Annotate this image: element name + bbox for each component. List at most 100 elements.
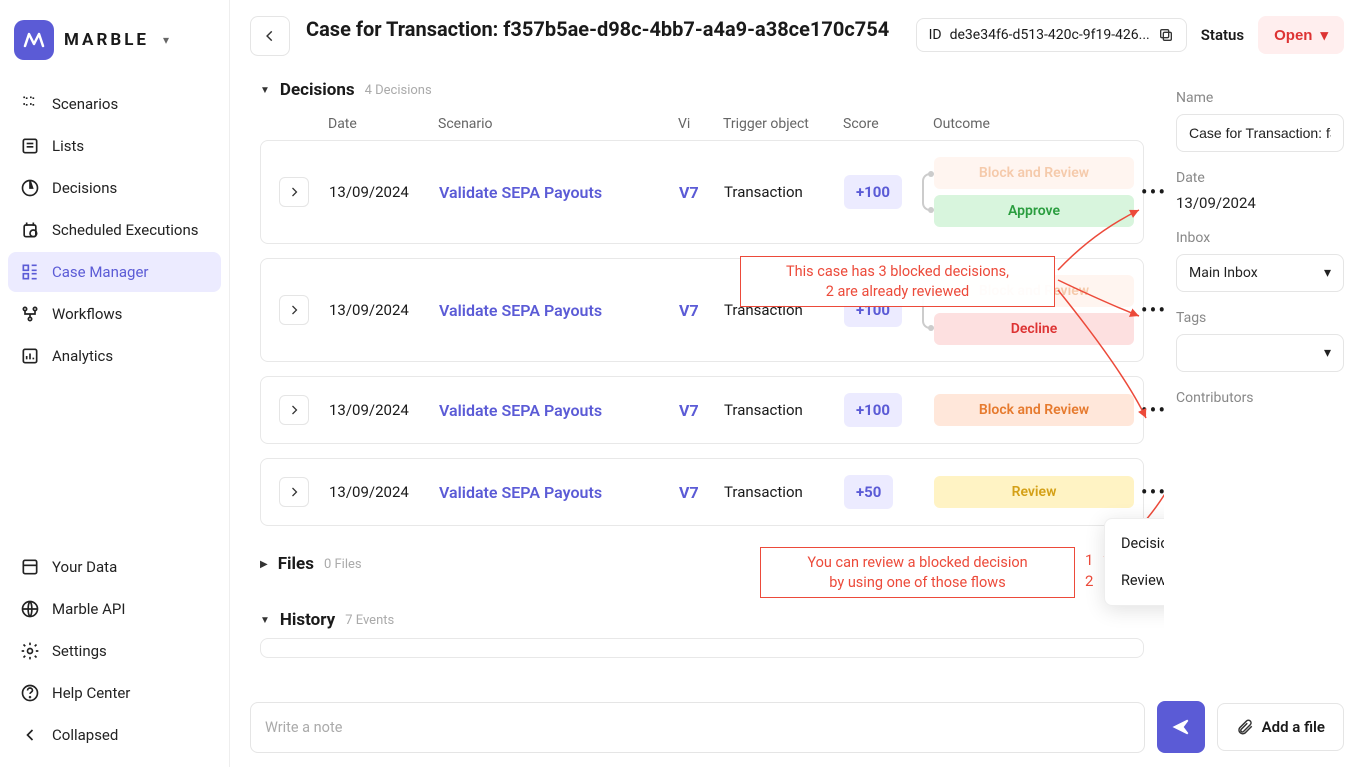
nav-item-case-manager[interactable]: Case Manager (8, 252, 221, 292)
col-outcome: Outcome (933, 116, 1133, 132)
table-header: Date Scenario Vi Trigger object Score Ou… (260, 108, 1144, 140)
id-prefix: ID (929, 27, 942, 43)
row-expand-button[interactable] (279, 477, 309, 507)
inbox-value: Main Inbox (1189, 265, 1258, 281)
page-title: Case for Transaction: f357b5ae-d98c-4bb7… (306, 16, 900, 42)
nav-item-settings[interactable]: Settings (8, 631, 221, 671)
cell-version: V7 (679, 301, 724, 320)
section-head-decisions[interactable]: ▼ Decisions 4 Decisions (260, 72, 1144, 108)
caret-down-icon: ▾ (1320, 26, 1328, 44)
outcome-pill-block-review: Block and Review (934, 394, 1134, 426)
details-name-input[interactable] (1176, 114, 1344, 152)
row-expand-button[interactable] (279, 177, 309, 207)
nav-item-lists[interactable]: Lists (8, 126, 221, 166)
decision-row: 13/09/2024 Validate SEPA Payouts V7 Tran… (260, 376, 1144, 444)
col-vi: Vi (678, 116, 723, 132)
section-head-history[interactable]: ▼ History 7 Events (260, 602, 1144, 638)
details-inbox-label: Inbox (1176, 230, 1344, 246)
col-trigger: Trigger object (723, 116, 843, 132)
nav-item-api[interactable]: Marble API (8, 589, 221, 629)
cell-scenario-link[interactable]: Validate SEPA Payouts (439, 301, 679, 320)
status-open-button[interactable]: Open▾ (1258, 16, 1344, 54)
row-expand-button[interactable] (279, 295, 309, 325)
section-title: History (280, 610, 335, 630)
cell-trigger: Transaction (724, 183, 844, 201)
nav-item-scheduled[interactable]: Scheduled Executions (8, 210, 221, 250)
nav-label: Analytics (52, 347, 113, 365)
annotation-bottom: You can review a blocked decision by usi… (760, 547, 1075, 598)
cell-scenario-link[interactable]: Validate SEPA Payouts (439, 483, 679, 502)
caret-right-icon: ▶ (260, 559, 268, 570)
nav-label: Decisions (52, 179, 117, 197)
details-tags-select[interactable]: ▾ (1176, 334, 1344, 372)
details-name-label: Name (1176, 90, 1344, 106)
annotation-top: This case has 3 blocked decisions, 2 are… (740, 256, 1055, 307)
brand-caret-icon[interactable]: ▾ (163, 33, 169, 47)
details-date-label: Date (1176, 170, 1344, 186)
row-more-button[interactable]: ••• (1134, 480, 1164, 504)
footer-bar: Write a note Add a file (230, 686, 1364, 767)
annotation-num-2: 2 (1085, 572, 1093, 590)
row-expand-button[interactable] (279, 395, 309, 425)
nav-label: Lists (52, 137, 84, 155)
decision-row: 13/09/2024 Validate SEPA Payouts V7 Tran… (260, 140, 1144, 244)
col-date: Date (328, 116, 438, 132)
cell-version: V7 (679, 183, 724, 202)
brand[interactable]: MARBLE ▾ (8, 12, 221, 84)
outcome-pill-approve: Approve (934, 195, 1134, 227)
nav-item-decisions[interactable]: Decisions (8, 168, 221, 208)
cell-scenario-link[interactable]: Validate SEPA Payouts (439, 401, 679, 420)
score-pill: +100 (844, 175, 902, 209)
send-button[interactable] (1157, 701, 1205, 753)
row-more-button[interactable]: ••• (1134, 298, 1164, 322)
content: ▼ Decisions 4 Decisions Date Scenario Vi… (230, 72, 1164, 767)
paperclip-icon (1236, 718, 1254, 736)
context-item-review[interactable]: Review decision (1105, 562, 1164, 599)
score-pill: +50 (844, 475, 893, 509)
context-item-detail[interactable]: Decision detail (1105, 525, 1164, 562)
nav-bottom: Your Data Marble API Settings Help Cente… (8, 547, 221, 755)
cell-version: V7 (679, 401, 724, 420)
nav-item-workflows[interactable]: Workflows (8, 294, 221, 334)
nav-label: Scenarios (52, 95, 118, 113)
nav-item-your-data[interactable]: Your Data (8, 547, 221, 587)
outcome-column: Block and ReviewApprove (934, 157, 1134, 227)
status-label: Status (1201, 26, 1244, 44)
history-row-preview (260, 638, 1144, 658)
nav-item-collapse[interactable]: Collapsed (8, 715, 221, 755)
details-contributors-label: Contributors (1176, 390, 1344, 406)
nav-label: Case Manager (52, 263, 149, 281)
id-value: de3e34f6-d513-420c-9f19-426... (950, 27, 1150, 43)
row-more-button[interactable]: ••• (1134, 180, 1164, 204)
case-id-box[interactable]: ID de3e34f6-d513-420c-9f19-426... (916, 18, 1187, 52)
details-inbox-select[interactable]: Main Inbox ▾ (1176, 254, 1344, 292)
cell-date: 13/09/2024 (329, 183, 439, 201)
details-panel: Name Date 13/09/2024 Inbox Main Inbox ▾ … (1164, 72, 1364, 767)
note-input[interactable]: Write a note (250, 702, 1145, 753)
nav-label: Help Center (52, 684, 130, 702)
back-button[interactable] (250, 16, 290, 56)
cell-scenario-link[interactable]: Validate SEPA Payouts (439, 183, 679, 202)
add-file-button[interactable]: Add a file (1217, 703, 1344, 751)
details-tags-label: Tags (1176, 310, 1344, 326)
nav-label: Collapsed (52, 726, 118, 744)
score-pill: +100 (844, 393, 902, 427)
cell-trigger: Transaction (724, 401, 844, 419)
nav-label: Marble API (52, 600, 125, 618)
content-row: ▼ Decisions 4 Decisions Date Scenario Vi… (230, 72, 1364, 767)
cell-date: 13/09/2024 (329, 301, 439, 319)
cell-trigger: Transaction (724, 483, 844, 501)
section-title: Files (278, 554, 314, 574)
decision-row: 13/09/2024 Validate SEPA Payouts V7 Tran… (260, 458, 1144, 526)
caret-down-icon: ▾ (1324, 345, 1331, 361)
section-history: ▼ History 7 Events (260, 602, 1144, 658)
row-more-button[interactable]: ••• (1134, 398, 1164, 422)
section-count: 0 Files (324, 557, 362, 572)
col-scenario: Scenario (438, 116, 678, 132)
copy-icon[interactable] (1158, 27, 1174, 43)
nav-item-scenarios[interactable]: Scenarios (8, 84, 221, 124)
add-file-label: Add a file (1262, 718, 1325, 736)
nav-item-help[interactable]: Help Center (8, 673, 221, 713)
nav-item-analytics[interactable]: Analytics (8, 336, 221, 376)
cell-version: V7 (679, 483, 724, 502)
